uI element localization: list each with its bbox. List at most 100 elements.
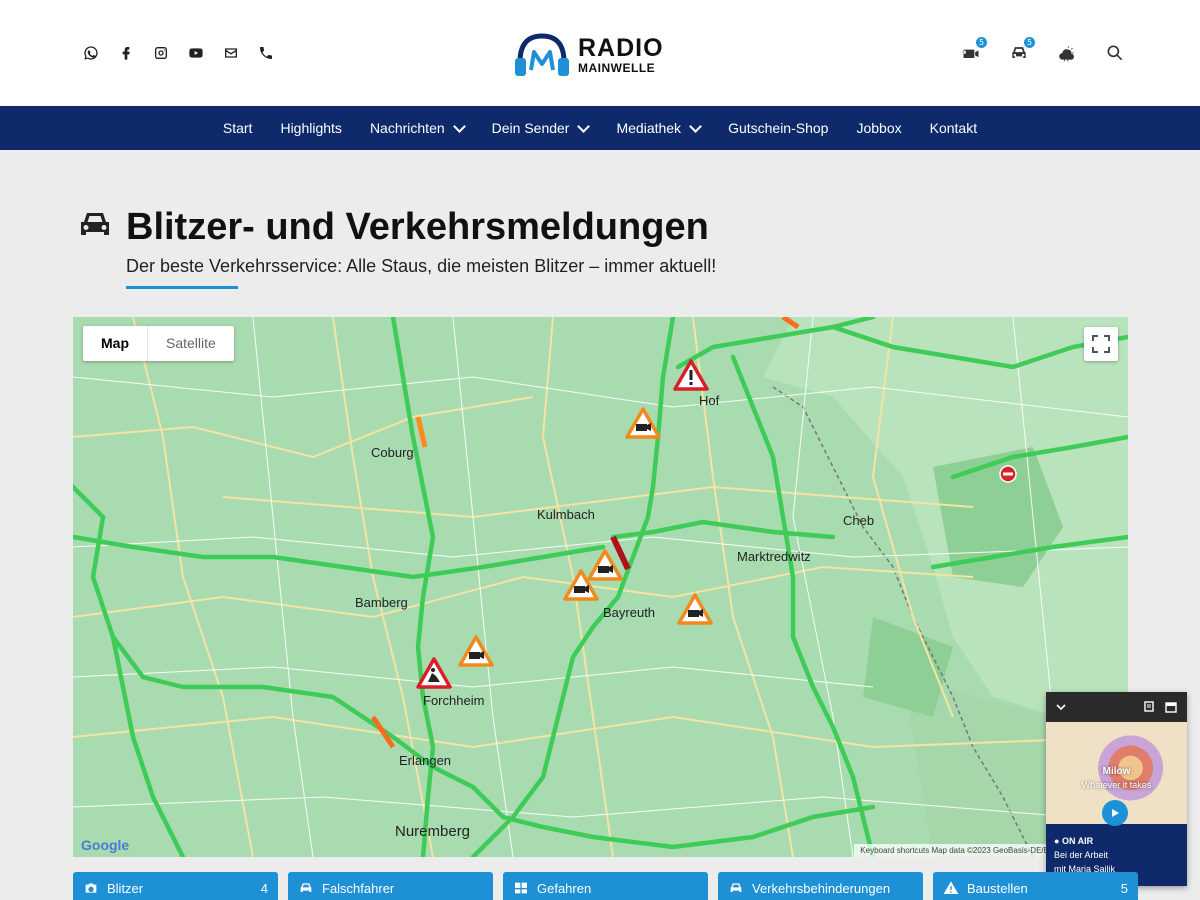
chevron-down-icon <box>577 119 591 133</box>
mail-icon[interactable] <box>222 44 240 62</box>
speed-camera-badge: 5 <box>976 37 987 48</box>
category-label: Falschfahrer <box>322 880 395 896</box>
calendar-icon[interactable] <box>1165 701 1177 713</box>
nav-item-dein-sender[interactable]: Dein Sender <box>478 119 603 136</box>
player-toolbar <box>1046 692 1187 722</box>
header-tools: 5 5 <box>958 37 1128 66</box>
logo-headphones-icon <box>515 33 569 76</box>
now-playing-song: Whatever it takes <box>1081 780 1152 790</box>
city-label: Kulmbach <box>537 507 595 522</box>
traffic-category-bar: Blitzer 4 Falschfahrer Gefahren Verkehrs… <box>73 872 1138 900</box>
city-label: Coburg <box>371 445 414 460</box>
fullscreen-button[interactable] <box>1084 327 1118 361</box>
nav-label: Nachrichten <box>369 120 445 136</box>
car-icon <box>300 883 312 892</box>
facebook-icon[interactable] <box>117 44 135 62</box>
city-label: Hof <box>699 393 720 408</box>
nav-label: Gutschein-Shop <box>728 120 829 136</box>
category-verkehrsbehinderungen-button[interactable]: Verkehrsbehinderungen <box>718 872 923 900</box>
social-links <box>82 44 275 62</box>
on-air-label: ● ON AIR <box>1054 834 1179 848</box>
category-falschfahrer-button[interactable]: Falschfahrer <box>288 872 493 900</box>
map-type-map-button[interactable]: Map <box>83 326 147 361</box>
city-label: Marktredwitz <box>737 549 811 564</box>
google-logo-text: Google <box>81 837 130 853</box>
fullscreen-icon <box>1092 335 1110 353</box>
car-icon <box>81 213 109 235</box>
city-label: Erlangen <box>399 753 452 768</box>
show-name: Bei der Arbeit <box>1054 850 1109 860</box>
map-type-toggle: Map Satellite <box>83 326 234 361</box>
play-icon <box>1112 809 1119 817</box>
hazard-icon <box>515 882 527 894</box>
city-label: Bayreuth <box>603 605 656 620</box>
logo-text-mainwelle: MAINWELLE <box>578 61 656 75</box>
speed-camera-marker[interactable] <box>625 407 661 439</box>
page-title: Blitzer- und Verkehrsmeldungen <box>126 206 709 248</box>
podcast-icon[interactable] <box>1143 701 1155 713</box>
now-playing-artist: Milow <box>1102 766 1131 777</box>
category-count: 4 <box>260 880 268 896</box>
city-label: Forchheim <box>423 693 485 708</box>
page-subtitle: Der beste Verkehrsservice: Alle Staus, d… <box>126 256 717 276</box>
instagram-icon[interactable] <box>152 44 170 62</box>
category-count: 5 <box>1120 880 1128 896</box>
city-label: Bamberg <box>355 595 408 610</box>
hazard-marker[interactable] <box>673 359 709 391</box>
site-header: RADIO MAINWELLE 5 5 <box>0 0 1200 106</box>
nav-item-gutschein-shop[interactable]: Gutschein-Shop <box>714 120 842 136</box>
map-roads <box>73 317 1128 857</box>
search-icon[interactable] <box>1102 40 1128 66</box>
traffic-map[interactable]: Nuremberg Bayreuth Bamberg Coburg Hof Er… <box>73 317 1128 857</box>
nav-label: Kontakt <box>929 120 978 136</box>
chevron-down-icon <box>452 119 466 133</box>
roadwork-marker[interactable] <box>416 657 452 689</box>
nav-item-mediathek[interactable]: Mediathek <box>602 119 714 136</box>
radio-mainwelle-logo[interactable]: RADIO MAINWELLE <box>512 30 692 80</box>
whatsapp-icon[interactable] <box>82 44 100 62</box>
nav-item-kontakt[interactable]: Kontakt <box>916 120 991 136</box>
speed-camera-marker[interactable] <box>563 569 599 601</box>
car-icon[interactable]: 5 <box>1006 37 1035 66</box>
map-type-satellite-button[interactable]: Satellite <box>147 326 234 361</box>
category-blitzer-button[interactable]: Blitzer 4 <box>73 872 278 900</box>
microphone-icon: ● <box>1054 836 1060 846</box>
nav-item-nachrichten[interactable]: Nachrichten <box>356 119 478 136</box>
speed-camera-icon[interactable]: 5 <box>958 37 987 66</box>
category-gefahren-button[interactable]: Gefahren <box>503 872 708 900</box>
chevron-down-icon <box>689 119 702 133</box>
category-label: Gefahren <box>537 880 592 896</box>
nav-label: Jobbox <box>856 120 902 136</box>
album-art: Milow Whatever it takes <box>1046 722 1187 826</box>
car-icon <box>730 883 742 892</box>
title-underline <box>126 286 238 289</box>
logo-text-radio: RADIO <box>578 34 664 62</box>
city-label: Nuremberg <box>395 823 471 840</box>
speed-camera-marker[interactable] <box>677 593 713 625</box>
on-air-text: ON AIR <box>1061 836 1094 846</box>
nav-label: Highlights <box>280 120 342 136</box>
nav-item-jobbox[interactable]: Jobbox <box>842 120 915 136</box>
camera-icon <box>85 883 97 893</box>
category-label: Blitzer <box>107 880 144 896</box>
radio-player-widget: Milow Whatever it takes ● ON AIR Bei der… <box>1046 692 1187 886</box>
google-logo: Google <box>81 837 129 853</box>
nav-item-start[interactable]: Start <box>209 120 267 136</box>
road-closed-marker[interactable] <box>999 465 1017 483</box>
weather-icon[interactable] <box>1054 40 1080 66</box>
warning-icon <box>943 881 959 894</box>
nav-label: Mediathek <box>616 120 682 136</box>
chevron-down-icon[interactable] <box>1056 702 1066 712</box>
city-label: Cheb <box>843 513 875 528</box>
category-label: Verkehrsbehinderungen <box>752 880 891 896</box>
play-button[interactable] <box>1102 800 1128 826</box>
youtube-icon[interactable] <box>187 44 205 62</box>
nav-label: Start <box>222 120 253 136</box>
category-label: Baustellen <box>967 880 1028 896</box>
nav-item-highlights[interactable]: Highlights <box>266 120 355 136</box>
category-baustellen-button[interactable]: Baustellen 5 <box>933 872 1138 900</box>
main-navigation: Start Highlights Nachrichten Dein Sender… <box>0 106 1200 150</box>
speed-camera-marker[interactable] <box>458 635 494 667</box>
phone-icon[interactable] <box>257 44 275 62</box>
nav-label: Dein Sender <box>491 120 570 136</box>
